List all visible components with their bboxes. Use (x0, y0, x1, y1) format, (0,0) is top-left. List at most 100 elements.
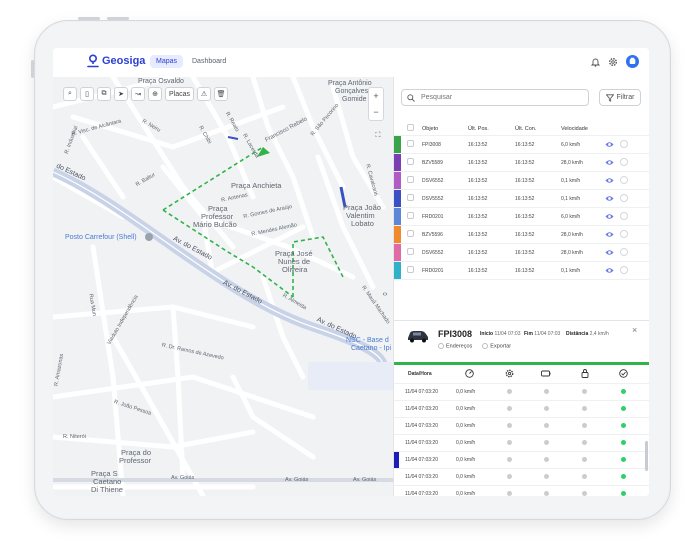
speed-value: 0,1 km/h (561, 178, 581, 184)
battery-icon[interactable]: ▯ (80, 87, 94, 101)
eye-icon[interactable] (605, 213, 614, 220)
history-row[interactable]: 11/04 07:03:20 0,0 km/h (394, 452, 649, 469)
fullscreen-icon[interactable]: ⛶ (371, 129, 385, 143)
vehicle-color-marker (394, 244, 401, 261)
map-area[interactable]: Praça Osvaldo Praça Antônio Gonçalves Go… (53, 77, 393, 496)
eye-icon[interactable] (605, 177, 614, 184)
eye-icon[interactable] (605, 141, 614, 148)
status-dot (507, 389, 512, 394)
header-actions (591, 55, 639, 68)
history-row[interactable]: 11/04 07:03:20 0,0 km/h (394, 469, 649, 486)
eye-icon[interactable] (605, 159, 614, 166)
map-label: Gonçalves (335, 88, 369, 95)
options-icon[interactable] (620, 248, 628, 256)
options-icon[interactable] (620, 266, 628, 274)
trip-end-value: 11/04 07:03 (534, 331, 561, 337)
table-row[interactable]: FPI3008 16:13:52 16:13:52 6,0 km/h (394, 136, 649, 154)
options-icon[interactable] (620, 212, 628, 220)
last-position: 16:13:52 (468, 232, 488, 238)
speed-value: 28,0 km/h (561, 250, 583, 256)
bell-icon[interactable] (591, 57, 600, 67)
row-checkbox[interactable] (407, 266, 414, 273)
gear-icon[interactable] (608, 57, 618, 67)
tab-dashboard[interactable]: Dashboard (186, 55, 232, 68)
history-table: Data/Hora 11/04 07:03:20 0,0 km/h 11/04 07… (394, 365, 649, 496)
plates-button[interactable]: Placas (165, 87, 195, 101)
table-row[interactable]: FRD0201 16:13:52 16:13:52 6,0 km/h (394, 208, 649, 226)
table-row[interactable]: BZV5596 16:13:52 16:13:52 28,0 km/h (394, 226, 649, 244)
map-label: Mário Bulcão (193, 220, 237, 229)
zoom-in-button[interactable]: + (369, 88, 383, 104)
status-dot (544, 423, 549, 428)
eye-icon[interactable] (605, 267, 614, 274)
alert-icon[interactable]: ⚠ (197, 87, 212, 101)
close-icon[interactable]: × (632, 325, 637, 335)
status-dot (544, 389, 549, 394)
copy-icon[interactable]: ⧉ (97, 87, 111, 101)
table-row[interactable]: DSV6552 16:13:52 16:13:52 28,0 km/h (394, 244, 649, 262)
detail-links: Endereços Exportar (438, 343, 511, 349)
eye-icon[interactable] (605, 195, 614, 202)
trip-start-label: Início (480, 331, 494, 337)
row-checkbox[interactable] (407, 212, 414, 219)
filter-button[interactable]: Filtrar (599, 89, 641, 106)
table-row[interactable]: BZV5589 16:13:52 16:13:52 28,0 km/h (394, 154, 649, 172)
options-icon[interactable] (620, 194, 628, 202)
vehicle-color-marker (394, 136, 401, 153)
collapse-panel-icon[interactable]: ‹› (378, 287, 392, 301)
history-row[interactable]: 11/04 07:03:20 0,0 km/h (394, 401, 649, 418)
eye-icon[interactable] (605, 231, 614, 238)
navigation-icon[interactable]: ➤ (114, 87, 128, 101)
status-dot (544, 406, 549, 411)
add-plate-icon[interactable]: ⊕ (148, 87, 162, 101)
history-time: 11/04 07:03:20 (405, 457, 438, 463)
row-checkbox[interactable] (407, 248, 414, 255)
object-name: DSV5552 (422, 196, 444, 202)
history-time: 11/04 07:03:20 (405, 474, 438, 480)
vehicle-color-marker (394, 190, 401, 207)
row-checkbox[interactable] (407, 230, 414, 237)
search-input[interactable] (419, 93, 583, 102)
history-time: 11/04 07:03:20 (405, 389, 438, 395)
search-box[interactable] (401, 89, 589, 106)
row-checkbox[interactable] (407, 194, 414, 201)
row-checkbox[interactable] (407, 176, 414, 183)
history-row[interactable]: 11/04 07:03:20 0,0 km/h (394, 435, 649, 452)
search-icon[interactable]: ⌕ (63, 87, 77, 101)
options-icon[interactable] (620, 176, 628, 184)
history-row[interactable]: 11/04 07:03:20 0,0 km/h (394, 384, 649, 401)
eye-icon[interactable] (605, 249, 614, 256)
trash-icon[interactable]: 🗑 (214, 87, 229, 101)
filter-icon (605, 93, 614, 102)
logo[interactable]: Geosiga (87, 54, 145, 68)
object-name: FPI3008 (422, 142, 441, 148)
history-time: 11/04 07:03:20 (405, 406, 438, 412)
select-all-checkbox[interactable] (407, 124, 414, 131)
table-row[interactable]: DSV5552 16:13:52 16:13:52 0,1 km/h (394, 190, 649, 208)
last-position: 16:13:52 (468, 178, 488, 184)
row-checkbox[interactable] (407, 140, 414, 147)
history-row[interactable]: 11/04 07:03:20 0,0 km/h (394, 418, 649, 435)
zoom-out-button[interactable]: − (369, 104, 383, 120)
speed-value: 28,0 km/h (561, 160, 583, 166)
options-icon[interactable] (620, 230, 628, 238)
object-name: FRD0201 (422, 214, 444, 220)
table-row[interactable]: FRD0201 16:13:52 16:13:52 0,1 km/h (394, 262, 649, 280)
export-option[interactable]: Exportar (482, 343, 511, 349)
tab-mapas[interactable]: Mapas (150, 55, 184, 68)
trip-distance-label: Distância (566, 331, 589, 337)
addresses-option[interactable]: Endereços (438, 343, 472, 349)
addresses-label: Endereços (446, 343, 473, 350)
history-row[interactable]: 11/04 07:03:20 0,0 km/h (394, 486, 649, 496)
filter-label: Filtrar (616, 94, 635, 101)
route-icon[interactable]: ↝ (131, 87, 145, 101)
scrollbar[interactable] (645, 441, 648, 471)
options-icon[interactable] (620, 158, 628, 166)
column-header: Últ. Con. (515, 126, 537, 132)
map-label: Praça Antônio (328, 80, 372, 87)
options-icon[interactable] (620, 140, 628, 148)
table-row[interactable]: DSV6552 16:13:52 16:13:52 0,1 km/h (394, 172, 649, 190)
row-checkbox[interactable] (407, 158, 414, 165)
last-connection: 16:13:52 (515, 142, 535, 148)
user-avatar-icon[interactable] (626, 55, 639, 68)
